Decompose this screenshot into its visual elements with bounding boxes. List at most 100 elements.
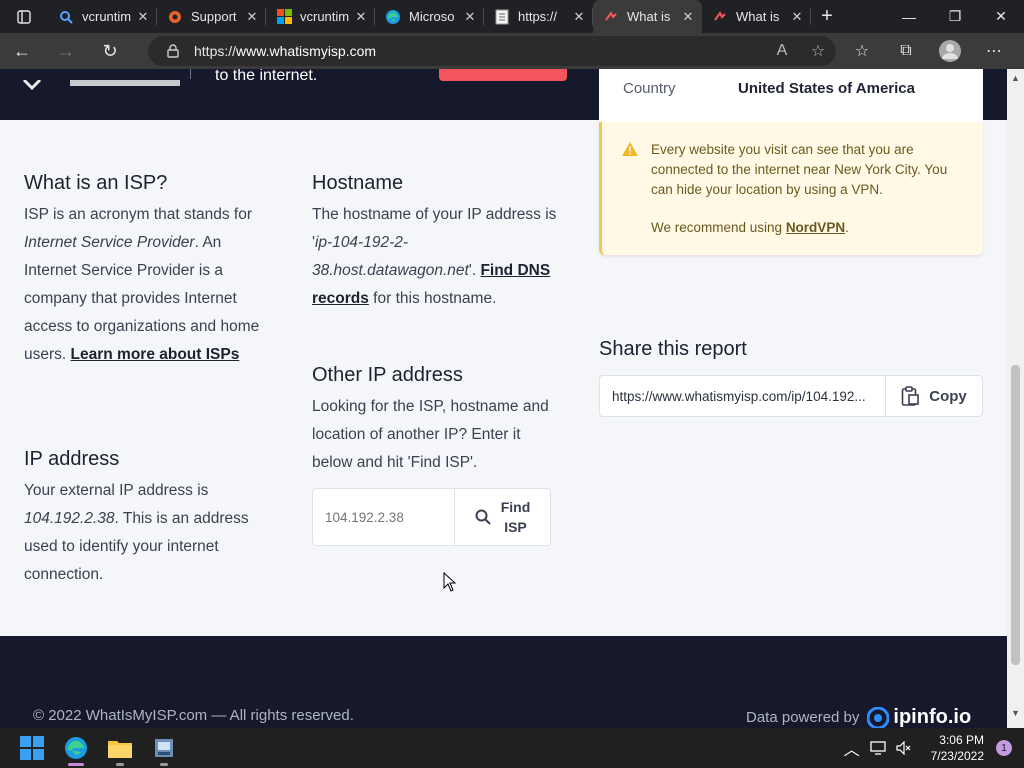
taskbar-file-explorer-button[interactable] [98, 728, 142, 768]
tab-4[interactable]: Microso ✕ [375, 0, 484, 33]
star-plus-icon: ☆ [810, 43, 826, 60]
nordvpn-link[interactable]: NordVPN [786, 220, 845, 235]
share-url-field[interactable] [600, 376, 885, 416]
country-value: United States of America [738, 80, 915, 97]
mouse-cursor-icon [443, 572, 456, 592]
close-icon[interactable]: ✕ [789, 9, 805, 25]
read-aloud-button[interactable]: A [764, 42, 800, 60]
clock-date: 7/23/2022 [930, 749, 984, 763]
powered-by-text: Data powered by [746, 709, 860, 726]
find-isp-label-1: Find [500, 499, 531, 515]
tab-6-active[interactable]: What is ✕ [593, 0, 702, 33]
favorites-button[interactable]: ☆ [840, 33, 884, 69]
close-icon[interactable]: ✕ [135, 9, 151, 25]
tab-3[interactable]: vcruntim ✕ [266, 0, 375, 33]
windows-taskbar: ︿ 3:06 PM 7/23/2022 1 [0, 728, 1024, 768]
hostname-text-3: for this hostname. [368, 290, 497, 307]
restore-button[interactable]: ❐ [932, 0, 978, 33]
page-scrollbar[interactable]: ▲ ▼ [1007, 69, 1024, 728]
close-icon[interactable]: ✕ [244, 9, 260, 25]
hostname-description: The hostname of your IP address is 'ip-1… [312, 201, 557, 313]
ipinfo-brand-text: ipinfo.io [893, 706, 972, 728]
hostname-text-2: '. [468, 262, 481, 279]
navigation-bar: ← → ↻ https://www.whatismyisp.com A ☆ ☆ … [0, 33, 1024, 69]
lock-icon[interactable] [158, 44, 188, 58]
whatismyisp-icon [712, 9, 728, 25]
address-bar[interactable]: https://www.whatismyisp.com A ☆ [148, 36, 836, 66]
settings-menu-button[interactable]: ⋯ [972, 33, 1016, 69]
add-favorite-button[interactable]: ☆ [800, 41, 836, 61]
share-report-box: Copy [599, 375, 983, 417]
document-icon [494, 9, 510, 25]
country-label: Country [623, 80, 676, 97]
system-clock[interactable]: 3:06 PM 7/23/2022 [931, 732, 984, 764]
close-icon[interactable]: ✕ [462, 9, 478, 25]
scroll-up-icon[interactable]: ▲ [1011, 73, 1020, 83]
tab-title: vcruntim [300, 9, 350, 24]
window-controls: — ❐ ✕ [886, 0, 1024, 33]
notification-badge[interactable]: 1 [996, 740, 1012, 756]
minimize-button[interactable]: — [886, 0, 932, 33]
volume-muted-icon[interactable] [891, 741, 917, 755]
profile-button[interactable] [928, 33, 972, 69]
tab-1[interactable]: vcruntim ✕ [48, 0, 157, 33]
forward-button[interactable]: → [44, 33, 88, 69]
recommend-prefix: We recommend using [651, 220, 786, 235]
avatar [939, 40, 961, 62]
isp-text-1: ISP is an acronym that stands for [24, 206, 253, 223]
taskbar-edge-button[interactable] [54, 728, 98, 768]
edge-icon [385, 9, 401, 25]
isp-text-2: . An Internet Service Provider is a comp… [24, 234, 260, 363]
warning-message: Every website you visit can see that you… [651, 142, 948, 197]
new-tab-button[interactable]: + [811, 0, 843, 33]
copy-button[interactable]: Copy [885, 376, 982, 416]
close-icon[interactable]: ✕ [680, 9, 696, 25]
start-button[interactable] [10, 728, 54, 768]
toolbar-right: ☆ ⧉ ⋯ [840, 33, 1016, 69]
ip-heading: IP address [24, 448, 120, 470]
other-ip-heading: Other IP address [312, 364, 463, 386]
isp-heading: What is an ISP? [24, 172, 168, 194]
clipboard-icon [901, 386, 920, 406]
tab-7[interactable]: What is ✕ [702, 0, 811, 33]
scroll-down-icon[interactable]: ▼ [1011, 708, 1020, 718]
find-isp-label: Find ISP [501, 497, 531, 537]
close-icon[interactable]: ✕ [571, 9, 587, 25]
url-text[interactable]: https://www.whatismyisp.com [194, 43, 764, 59]
find-isp-button[interactable]: Find ISP [454, 489, 550, 545]
window-close-button[interactable]: ✕ [978, 0, 1024, 33]
windows-logo-icon [20, 736, 44, 760]
learn-more-isps-link[interactable]: Learn more about ISPs [71, 346, 240, 363]
hero-cta-button[interactable] [439, 69, 567, 81]
gear-icon [167, 9, 183, 25]
tab-title: Microso [409, 9, 455, 24]
recommend-suffix: . [845, 220, 849, 235]
back-button[interactable]: ← [0, 33, 44, 69]
isp-text-em: Internet Service Provider [24, 234, 195, 251]
scroll-thumb[interactable] [1011, 365, 1020, 665]
ip-search-input[interactable] [313, 489, 454, 545]
edge-icon [65, 737, 87, 759]
copy-label: Copy [929, 387, 967, 405]
arrow-left-icon: ← [13, 40, 31, 61]
tab-2[interactable]: Support ✕ [157, 0, 266, 33]
chevron-up-icon[interactable]: ︿ [839, 736, 865, 760]
ip-address-section: IP address Your external IP address is 1… [24, 448, 264, 589]
isp-info-section: What is an ISP? ISP is an acronym that s… [24, 172, 274, 369]
taskbar-app-button[interactable] [142, 728, 186, 768]
folder-icon [108, 741, 132, 758]
site-logo[interactable] [22, 69, 182, 97]
refresh-button[interactable]: ↻ [88, 33, 132, 69]
other-ip-description: Looking for the ISP, hostname and locati… [312, 398, 549, 471]
tab-actions-button[interactable] [0, 0, 48, 33]
network-icon[interactable] [865, 741, 891, 755]
clock-time: 3:06 PM [939, 733, 984, 747]
ipinfo-link[interactable]: ipinfo.io [867, 706, 971, 728]
other-ip-section: Other IP address Looking for the ISP, ho… [312, 364, 557, 477]
hostname-section: Hostname The hostname of your IP address… [312, 172, 557, 313]
tab-5[interactable]: https:// ✕ [484, 0, 593, 33]
collections-button[interactable]: ⧉ [884, 33, 928, 69]
refresh-icon: ↻ [102, 40, 118, 61]
footer-copyright: © 2022 WhatIsMyISP.com — All rights rese… [33, 707, 354, 724]
close-icon[interactable]: ✕ [353, 9, 369, 25]
